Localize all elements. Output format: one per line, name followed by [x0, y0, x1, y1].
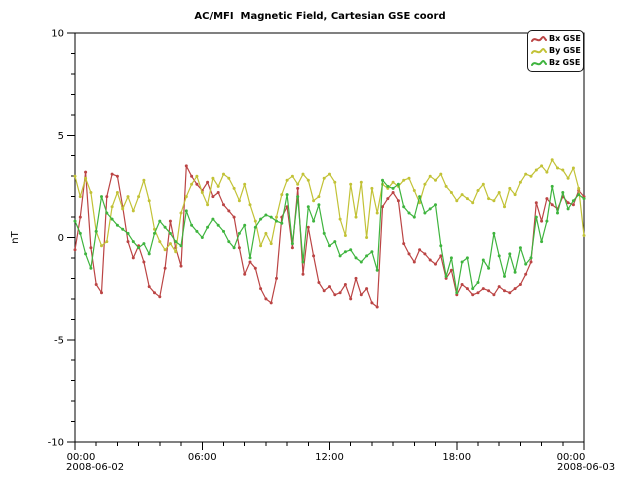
svg-text:-10: -10: [48, 438, 64, 449]
chart-legend: Bx GSE By GSE Bz GSE: [527, 30, 584, 72]
legend-item-bz: Bz GSE: [531, 57, 581, 69]
legend-label: By GSE: [549, 45, 581, 57]
chart-canvas: -10-5051000:0006:0012:0018:0000:00nT: [0, 0, 640, 480]
svg-text:10: 10: [51, 29, 64, 40]
svg-text:0: 0: [58, 233, 64, 244]
legend-item-bx: Bx GSE: [531, 33, 581, 45]
svg-text:-5: -5: [54, 335, 64, 346]
svg-text:nT: nT: [10, 230, 21, 243]
x-axis-date-right: 2008-06-03: [557, 462, 615, 473]
svg-text:12:00: 12:00: [315, 452, 344, 463]
svg-text:5: 5: [58, 131, 64, 142]
x-axis-date-left: 2008-06-02: [66, 462, 124, 473]
svg-text:18:00: 18:00: [442, 452, 471, 463]
svg-text:06:00: 06:00: [188, 452, 217, 463]
legend-line-icon: [531, 47, 547, 56]
plot-window: AC/MFI Magnetic Field, Cartesian GSE coo…: [0, 0, 640, 480]
legend-line-icon: [531, 35, 547, 44]
legend-label: Bz GSE: [549, 57, 580, 69]
legend-item-by: By GSE: [531, 45, 581, 57]
legend-label: Bx GSE: [549, 33, 581, 45]
legend-line-icon: [531, 59, 547, 68]
